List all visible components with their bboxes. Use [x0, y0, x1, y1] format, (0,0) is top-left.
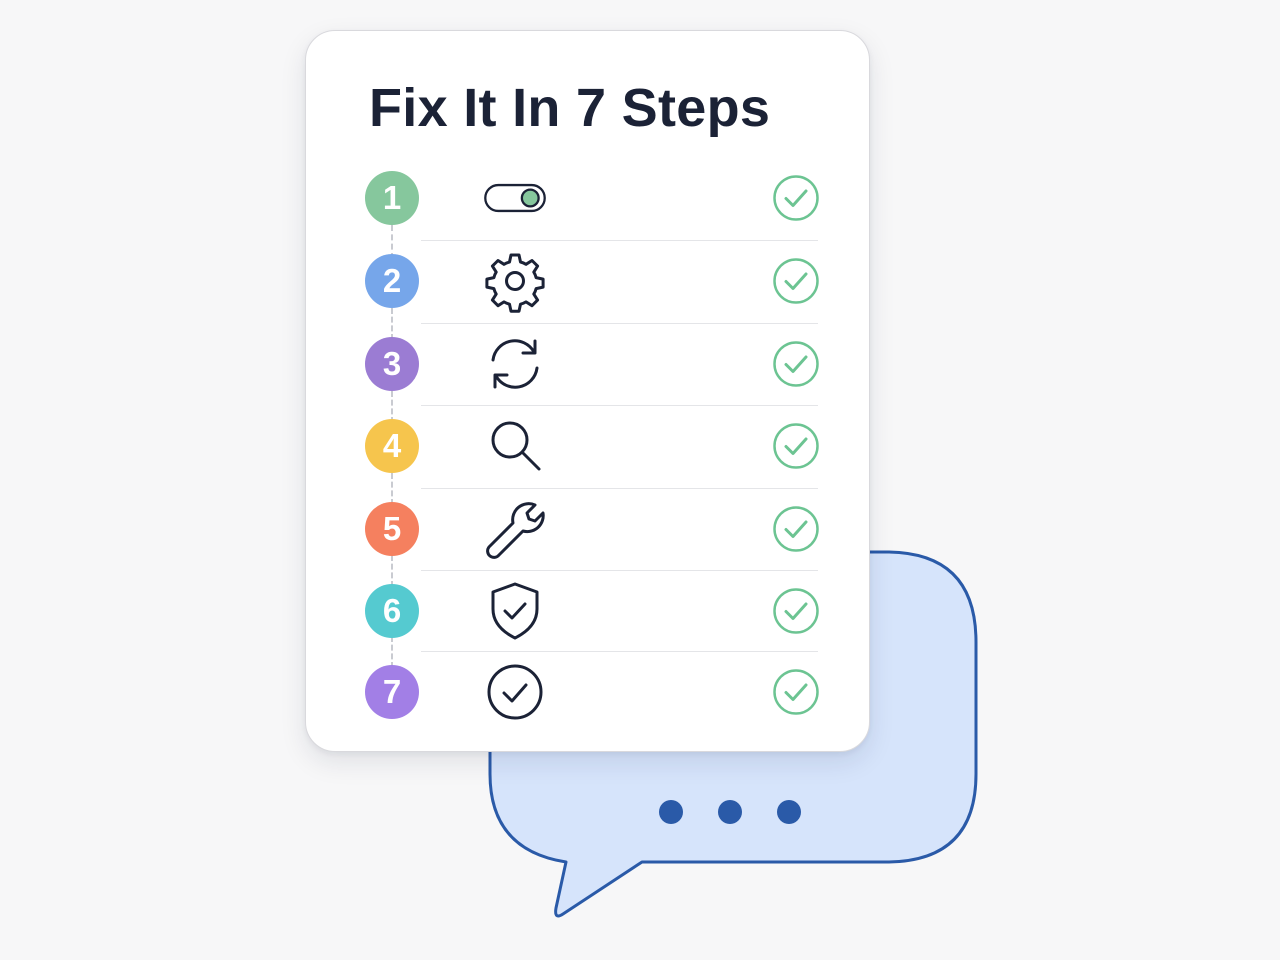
- step-number-badge: 3: [365, 337, 419, 391]
- illustration-stage: Fix It In 7 Steps 1 2 3 4 5 6 7: [0, 0, 1280, 960]
- step-number-badge: 6: [365, 584, 419, 638]
- refresh-icon: [483, 332, 547, 396]
- step-row-5: 5: [306, 488, 869, 570]
- shield-check-icon: [483, 579, 547, 643]
- step-list: 1 2 3 4 5 6 7: [306, 31, 869, 751]
- check-icon: [773, 506, 819, 552]
- typing-dot: [718, 800, 742, 824]
- typing-dot: [659, 800, 683, 824]
- check-icon: [773, 175, 819, 221]
- step-number-badge: 1: [365, 171, 419, 225]
- check-circle-icon: [483, 660, 547, 724]
- check-icon: [773, 669, 819, 715]
- wrench-icon: [483, 497, 547, 561]
- step-number-badge: 2: [365, 254, 419, 308]
- step-number-badge: 7: [365, 665, 419, 719]
- checklist-card: Fix It In 7 Steps 1 2 3 4 5 6 7: [305, 30, 870, 752]
- check-icon: [773, 258, 819, 304]
- check-icon: [773, 588, 819, 634]
- toggle-icon: [483, 166, 547, 230]
- step-row-4: 4: [306, 405, 869, 487]
- step-row-3: 3: [306, 323, 869, 405]
- check-icon: [773, 423, 819, 469]
- step-number-badge: 4: [365, 419, 419, 473]
- gear-icon: [483, 249, 547, 313]
- step-row-2: 2: [306, 240, 869, 322]
- step-number-badge: 5: [365, 502, 419, 556]
- typing-dot: [777, 800, 801, 824]
- step-row-6: 6: [306, 570, 869, 652]
- step-row-7: 7: [306, 651, 869, 733]
- search-icon: [483, 414, 547, 478]
- step-row-1: 1: [306, 157, 869, 239]
- check-icon: [773, 341, 819, 387]
